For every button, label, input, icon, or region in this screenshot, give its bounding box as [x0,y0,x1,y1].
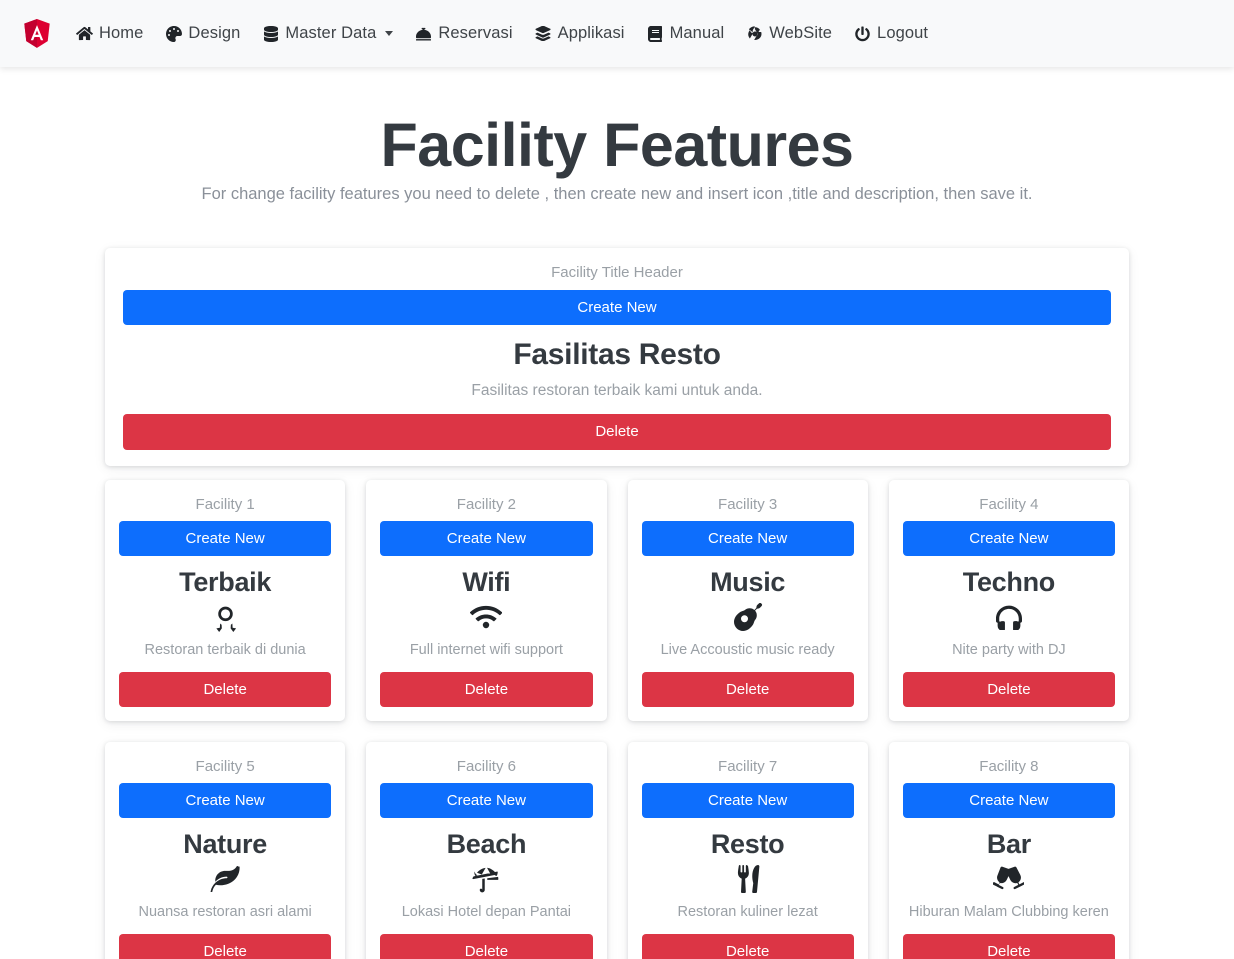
nav-item-website[interactable]: WebSite [746,24,832,43]
content-container: Facility Title Header Create New Fasilit… [105,204,1129,959]
utensils-icon [642,862,854,896]
angular-logo-icon[interactable] [22,18,52,50]
facility-card: Facility 8 Create New Bar Hiburan Malam … [888,741,1129,959]
create-new-button[interactable]: Create New [123,289,1111,326]
facility-description: Lokasi Hotel depan Pantai [401,904,572,921]
facility-card: Facility 7 Create New Resto Restoran kul… [627,741,868,959]
create-new-button[interactable]: Create New [119,782,332,819]
create-new-button[interactable]: Create New [119,520,332,556]
facility-description: Full internet wifi support [409,642,563,659]
create-new-button[interactable]: Create New [902,782,1115,819]
award-icon [119,600,331,634]
nav-item-applikasi[interactable]: Applikasi [535,24,625,43]
nav-item-reservasi[interactable]: Reservasi [415,24,513,43]
database-icon [262,25,279,42]
facility-header-title: Fasilitas Resto [513,338,721,372]
facility-grid-row-2: Facility 5 Create New Nature Nuansa rest… [105,741,1129,959]
facility-title: Techno [962,566,1056,597]
champagne-glasses-icon [903,862,1115,896]
layer-group-icon [535,25,552,42]
facility-label: Facility 5 [195,757,255,775]
nav-item-label: Design [188,24,241,42]
facility-label: Facility 2 [456,495,516,513]
power-icon [854,25,871,42]
leaf-icon [119,862,331,896]
facility-header-card: Facility Title Header Create New Fasilit… [105,247,1129,466]
facility-header-description: Fasilitas restoran terbaik kami untuk an… [471,382,763,400]
create-new-button[interactable]: Create New [902,520,1115,556]
nav-item-label: Manual [669,24,725,42]
facility-description: Hiburan Malam Clubbing keren [908,904,1109,921]
create-new-button[interactable]: Create New [380,782,593,819]
facility-label: Facility 4 [979,495,1039,513]
delete-button[interactable]: Delete [119,671,332,707]
top-navbar: Home Design Master Data Reservasi Applik… [0,0,1234,67]
facility-card: Facility 1 Create New Terbaik Restoran t… [105,479,346,721]
page-title: Facility Features [380,111,854,179]
delete-button[interactable]: Delete [641,933,854,959]
facility-description: Restoran kuliner lezat [677,904,818,921]
chrome-icon [746,25,763,42]
delete-button[interactable]: Delete [902,933,1115,959]
facility-description: Live Accoustic music ready [660,642,835,659]
facility-card: Facility 2 Create New Wifi Full internet… [366,479,607,721]
delete-button[interactable]: Delete [641,671,854,707]
facility-title: Nature [183,829,267,860]
facility-label: Facility 3 [718,495,778,513]
facility-label: Facility 7 [718,757,778,775]
nav-item-label: Master Data [285,24,377,42]
nav-item-label: Reservasi [438,24,513,42]
delete-button[interactable]: Delete [902,671,1115,707]
page-body: Facility Features For change facility fe… [0,67,1234,959]
wifi-icon [380,600,592,634]
facility-card: Facility 3 Create New Music Live Accoust… [627,479,868,721]
facility-card: Facility 4 Create New Techno Nite party … [888,479,1129,721]
facility-header-label: Facility Title Header [551,263,683,281]
nav-item-label: WebSite [769,24,833,42]
facility-description: Restoran terbaik di dunia [144,642,306,659]
delete-button[interactable]: Delete [119,933,332,959]
facility-grid-row-1: Facility 1 Create New Terbaik Restoran t… [105,479,1129,721]
navbar-menu: Home Design Master Data Reservasi Applik… [76,24,928,43]
headphones-icon [903,600,1115,634]
facility-label: Facility 6 [456,757,516,775]
create-new-button[interactable]: Create New [641,782,854,819]
page-subtitle: For change facility features you need to… [201,184,1033,203]
chevron-down-icon[interactable] [385,31,394,36]
facility-title: Music [710,566,786,597]
facility-title: Terbaik [179,566,272,597]
nav-item-label: Applikasi [557,24,625,42]
facility-card: Facility 5 Create New Nature Nuansa rest… [105,741,346,959]
nav-item-label: Home [99,24,144,42]
palette-icon [165,25,182,42]
nav-item-home[interactable]: Home [76,24,143,43]
book-icon [647,25,664,42]
nav-item-manual[interactable]: Manual [647,24,725,43]
facility-description: Nite party with DJ [952,642,1066,659]
facility-card: Facility 6 Create New Beach Lokasi Hotel… [366,741,607,959]
nav-item-design[interactable]: Design [165,24,240,43]
facility-title: Wifi [462,566,511,597]
beach-umbrella-icon [380,862,592,896]
nav-item-logout[interactable]: Logout [854,24,928,43]
delete-button[interactable]: Delete [380,671,593,707]
create-new-button[interactable]: Create New [641,520,854,556]
facility-description: Nuansa restoran asri alami [138,904,312,921]
delete-button[interactable]: Delete [123,414,1111,450]
house-icon [76,25,93,42]
delete-button[interactable]: Delete [380,933,593,959]
facility-title: Bar [986,829,1031,860]
facility-title: Beach [446,829,527,860]
create-new-button[interactable]: Create New [380,520,593,556]
nav-item-label: Logout [877,24,929,42]
concierge-bell-icon [415,25,432,42]
nav-item-master-data[interactable]: Master Data [262,24,394,43]
guitar-icon [642,600,854,634]
facility-label: Facility 8 [979,757,1039,775]
facility-label: Facility 1 [195,495,255,513]
facility-title: Resto [710,829,785,860]
